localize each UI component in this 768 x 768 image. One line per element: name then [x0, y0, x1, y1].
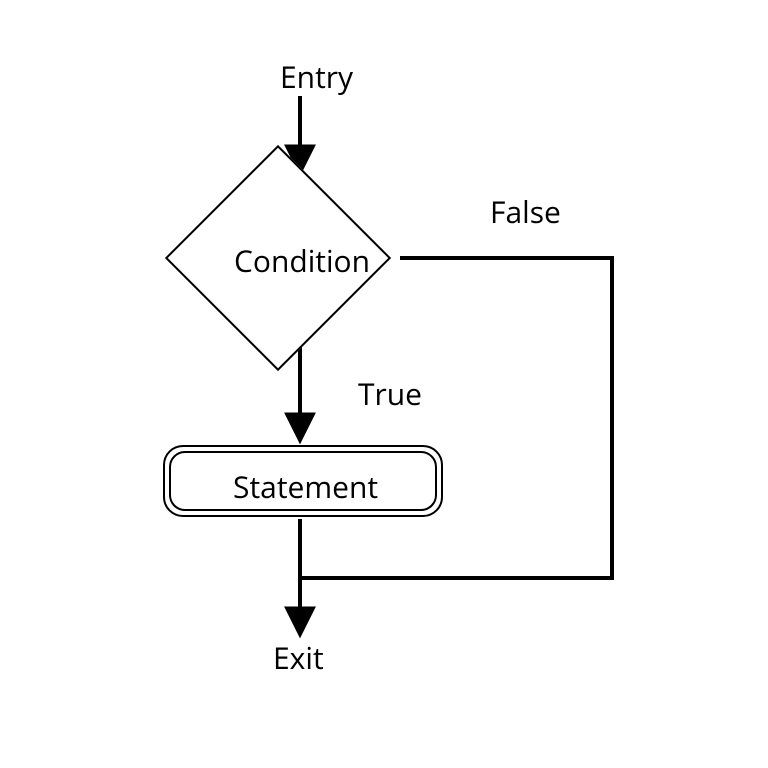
exit-label: Exit: [273, 637, 324, 678]
condition-label: Condition: [234, 240, 370, 281]
true-branch-label: True: [358, 373, 422, 414]
false-branch-label: False: [490, 191, 561, 232]
entry-label: Entry: [280, 56, 353, 97]
statement-label: Statement: [233, 466, 378, 507]
flowchart-diagram: Entry Condition False True Statement Exi…: [0, 0, 768, 768]
